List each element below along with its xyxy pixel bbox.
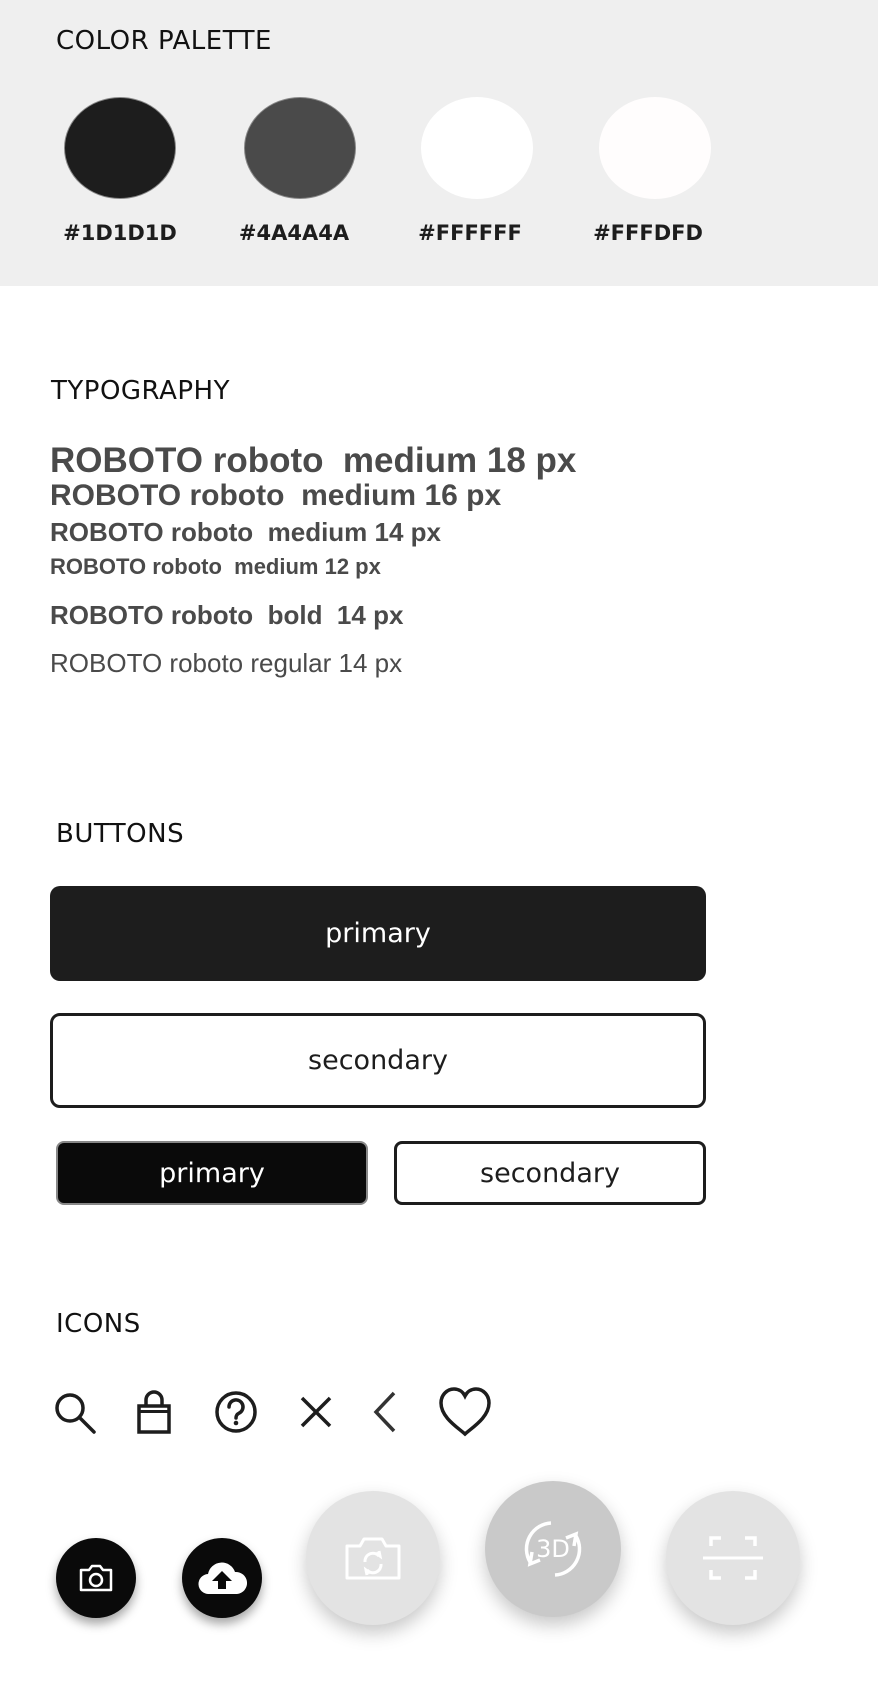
search-icon[interactable] <box>50 1388 98 1436</box>
color-palette-section: COLOR PALETTE #1D1D1D #4A4A4A #FFFFFF #F… <box>0 0 878 286</box>
camera-fab[interactable] <box>56 1538 136 1618</box>
upload-fab[interactable] <box>182 1538 262 1618</box>
scan-icon <box>701 1534 765 1582</box>
type-sample-medium-18: ROBOTO roboto medium 18 px <box>50 441 577 480</box>
buttons-title: BUTTONS <box>56 819 185 849</box>
secondary-button-label: secondary <box>308 1045 448 1076</box>
type-sample-medium-14: ROBOTO roboto medium 14 px <box>50 517 442 547</box>
shopping-bag-icon[interactable] <box>130 1388 178 1436</box>
swatch-4a4a4a <box>244 97 356 199</box>
primary-button-label: primary <box>159 1157 265 1189</box>
camera-switch-icon <box>343 1534 403 1582</box>
type-sample-bold-14: ROBOTO roboto bold 14 px <box>50 600 404 630</box>
camera-switch-fab[interactable] <box>306 1491 440 1625</box>
heart-icon[interactable] <box>437 1386 493 1438</box>
color-palette-title: COLOR PALETTE <box>56 26 272 56</box>
primary-button-small[interactable]: primary <box>56 1141 368 1205</box>
secondary-button-small[interactable]: secondary <box>394 1141 706 1205</box>
close-icon[interactable] <box>292 1388 340 1436</box>
swatch-label: #FFFFFF <box>418 221 522 245</box>
type-sample-medium-12: ROBOTO roboto medium 12 px <box>50 554 381 579</box>
cloud-upload-icon <box>197 1560 247 1596</box>
typography-title: TYPOGRAPHY <box>51 376 230 406</box>
rotate-3d-label: 3D <box>536 1535 570 1563</box>
chevron-left-icon[interactable] <box>362 1388 410 1436</box>
type-sample-regular-14: ROBOTO roboto regular 14 px <box>50 648 403 678</box>
swatch-ffffff <box>421 97 533 199</box>
icons-title: ICONS <box>56 1309 141 1339</box>
camera-icon <box>78 1563 114 1593</box>
swatch-label: #1D1D1D <box>63 221 177 245</box>
secondary-button-label: secondary <box>480 1157 620 1189</box>
rotate-3d-fab[interactable]: 3D <box>485 1481 621 1617</box>
rotate-3d-icon: 3D <box>518 1514 588 1584</box>
type-sample-medium-16: ROBOTO roboto medium 16 px <box>50 479 502 512</box>
swatch-label: #4A4A4A <box>238 221 350 245</box>
secondary-button-large[interactable]: secondary <box>50 1013 706 1108</box>
swatch-label: #FFFDFD <box>593 221 703 245</box>
swatch-fffdfd <box>599 97 711 199</box>
scan-fab[interactable] <box>666 1491 800 1625</box>
swatch-1d1d1d <box>64 97 176 199</box>
primary-button-label: primary <box>325 918 431 949</box>
primary-button-large[interactable]: primary <box>50 886 706 981</box>
help-icon[interactable] <box>212 1388 260 1436</box>
